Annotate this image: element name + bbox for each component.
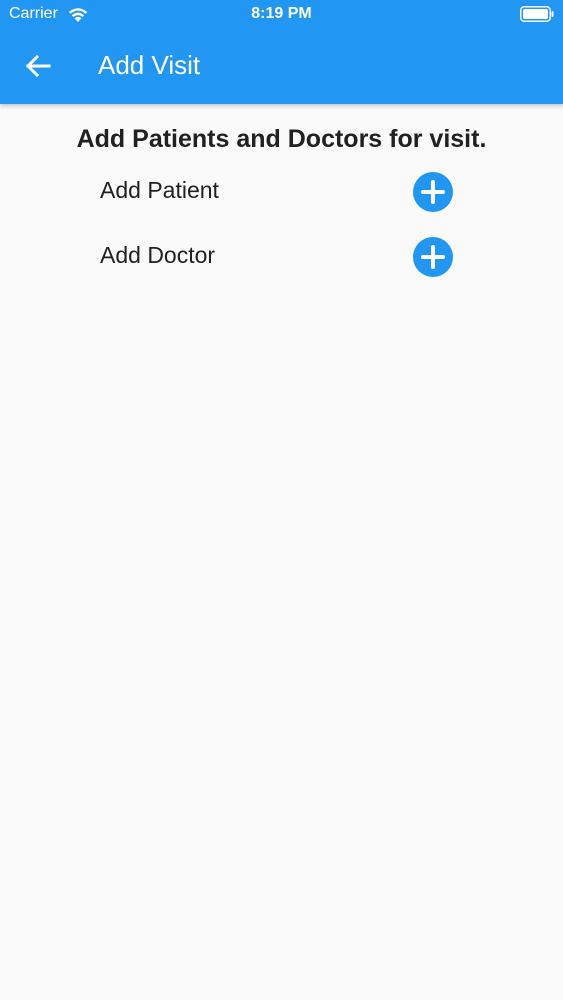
add-patient-button[interactable] (413, 172, 453, 212)
add-patient-label: Add Patient (100, 177, 219, 203)
plus-circle-icon (413, 172, 453, 212)
arrow-left-icon (25, 54, 51, 78)
section-heading: Add Patients and Doctors for visit. (76, 125, 487, 153)
plus-circle-icon (413, 237, 453, 277)
app-bar: Carrier 8:19 PM Add Visit (0, 0, 563, 104)
battery-icon (520, 6, 554, 22)
add-doctor-button[interactable] (413, 237, 453, 277)
page-title: Add Visit (98, 50, 201, 80)
back-button[interactable] (20, 48, 56, 84)
status-bar: Carrier 8:19 PM (0, 0, 563, 30)
add-doctor-label: Add Doctor (100, 242, 216, 268)
status-time: 8:19 PM (251, 5, 312, 22)
